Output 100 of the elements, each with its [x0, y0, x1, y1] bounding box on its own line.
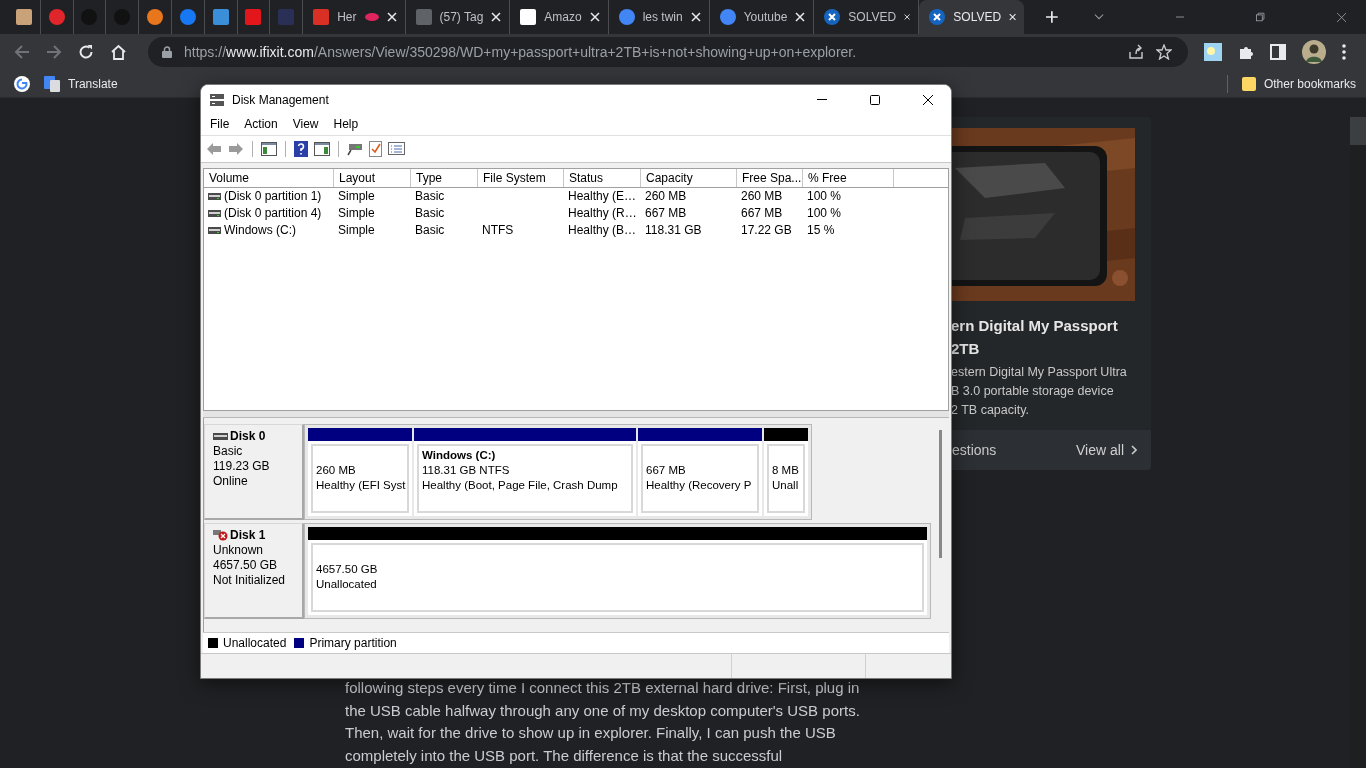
close-icon [923, 94, 933, 105]
site-icon [278, 9, 295, 25]
menu-icon[interactable] [1342, 44, 1346, 60]
table-cell: 17.22 GB [741, 223, 792, 238]
partition-block[interactable]: 667 MB Healthy (Recovery P [638, 427, 762, 516]
browser-tab[interactable]: SOLVED [919, 0, 1025, 34]
help-icon[interactable] [294, 140, 308, 157]
avatar-icon[interactable] [1302, 40, 1326, 64]
panel-icon[interactable] [314, 141, 330, 156]
restore-icon[interactable] [1256, 12, 1265, 22]
column-header[interactable]: File System [478, 168, 564, 187]
site-icon [415, 9, 432, 25]
volume-name[interactable]: (Disk 0 partition 4) [224, 206, 322, 221]
site-icon [15, 9, 32, 25]
table-cell: 260 MB [645, 189, 687, 204]
table-cell: Basic [415, 206, 445, 221]
puzzle-icon[interactable] [1238, 44, 1254, 60]
forward-icon[interactable] [46, 44, 62, 60]
site-icon [929, 9, 946, 25]
table-cell: 667 MB [741, 206, 783, 221]
volume-icon [208, 192, 221, 200]
partition-block[interactable]: Windows (C:) 118.31 GB NTFS Healthy (Boot, Page File, Crash Dump [414, 427, 636, 516]
window-title: Disk Management [232, 92, 329, 107]
checklist-icon[interactable] [369, 140, 382, 157]
column-header[interactable]: Capacity [641, 168, 737, 187]
bookmark[interactable]: Translate [44, 75, 118, 92]
table-cell: Simple [338, 223, 375, 238]
side-panel-icon[interactable] [1270, 44, 1286, 60]
questions-label: estions [952, 442, 997, 458]
site-icon [147, 9, 164, 25]
site-icon [618, 9, 635, 25]
site-icon [212, 9, 229, 25]
table-cell: NTFS [482, 223, 514, 238]
site-icon [520, 9, 537, 25]
column-header[interactable]: Status [564, 168, 641, 187]
drive-icon[interactable] [347, 141, 363, 156]
translate-icon [44, 75, 60, 92]
maximize-icon [870, 94, 880, 105]
site-icon [245, 9, 262, 25]
partition-block[interactable]: 260 MB Healthy (EFI Syst [308, 427, 412, 516]
star-icon[interactable] [1156, 44, 1172, 60]
legend-label: Primary partition [309, 636, 397, 651]
disk-error-icon [213, 529, 228, 541]
disk-label[interactable]: Disk 1 Unknown 4657.50 GB Not Initialized [204, 522, 304, 619]
back-arrow-icon[interactable] [206, 141, 222, 156]
bookmark-folder[interactable]: Other bookmarks [1241, 75, 1356, 92]
partition-block[interactable]: 4657.50 GB Unallocated [308, 526, 927, 615]
site-icon [179, 9, 196, 25]
url-text: https://www.ifixit.com/Answers/View/350298/WD+my+passport+ultra+2TB+is+not+showing+up+on+explorer. [184, 44, 857, 60]
scrollbar[interactable] [939, 429, 942, 558]
site-icon [824, 9, 841, 25]
column-header[interactable]: Free Spa... [737, 168, 803, 187]
table-cell: 260 MB [741, 189, 783, 204]
site-icon [48, 9, 65, 25]
column-header[interactable]: Volume [204, 168, 334, 187]
folder-icon [1241, 75, 1256, 92]
site-icon [719, 9, 736, 25]
table-cell: Basic [415, 223, 445, 238]
table-cell: Healthy (R… [568, 206, 637, 221]
minimize-icon [817, 99, 827, 100]
close-icon[interactable] [904, 12, 911, 22]
back-icon[interactable] [14, 44, 30, 60]
lock-icon [162, 46, 172, 58]
chevron-down-icon[interactable] [1094, 13, 1105, 21]
forward-arrow-icon[interactable] [228, 141, 244, 156]
column-header[interactable]: Layout [334, 168, 411, 187]
share-icon[interactable] [1128, 44, 1144, 60]
chevron-right-icon [1131, 445, 1137, 455]
table-cell: 100 % [807, 189, 842, 204]
table-cell: 118.31 GB [645, 223, 702, 238]
volume-icon [208, 209, 221, 217]
card-description: estern Digital My Passport Ultra B 3.0 portable storage device 2 TB capacity. [950, 364, 1128, 419]
view-all-link[interactable]: View all [1076, 442, 1137, 458]
column-header[interactable]: Type [411, 168, 478, 187]
partition-block[interactable]: 8 MB Unall [764, 427, 808, 516]
list-icon[interactable] [388, 142, 405, 156]
answer-paragraph: following steps every time I connect this 2TB external hard drive: First, plug in the USB cable halfway through any one of my desktop computer's USB ports. Then, wait for the drive to show up in explorer. Finally, I can push the USB completely into the USB port. The difference is that the successful [345, 678, 861, 766]
table-cell: Simple [338, 189, 375, 204]
table-cell: 15 % [807, 223, 835, 238]
table-cell: 667 MB [645, 206, 687, 221]
home-icon[interactable] [110, 44, 127, 60]
column-header[interactable]: % Free [803, 168, 894, 187]
legend-label: Unallocated [223, 636, 287, 651]
table-cell: Healthy (B… [568, 223, 637, 238]
menu-item[interactable]: File [203, 117, 238, 132]
disk-icon [213, 432, 228, 440]
volume-name[interactable]: (Disk 0 partition 1) [224, 189, 322, 204]
reload-icon[interactable] [78, 44, 94, 60]
menu-item[interactable]: View [285, 117, 327, 132]
address-bar[interactable]: https://www.ifixit.com/Answers/View/350298/WD+my+passport+ultra+2TB+is+not+showing+up+on+explorer. [148, 37, 1188, 67]
google-icon[interactable] [14, 75, 30, 92]
panel-icon[interactable] [261, 141, 277, 156]
menu-item[interactable]: Action [237, 117, 286, 132]
disk-drive-icon [209, 92, 225, 107]
menu-item[interactable]: Help [326, 117, 367, 132]
site-icon [313, 9, 330, 25]
volume-name[interactable]: Windows (C:) [224, 223, 296, 238]
card-title: ern Digital My Passport 2TB [950, 316, 1119, 359]
disk-label[interactable]: Disk 0 Basic 119.23 GB Online [204, 423, 304, 520]
new-tab-icon[interactable] [1046, 10, 1059, 24]
